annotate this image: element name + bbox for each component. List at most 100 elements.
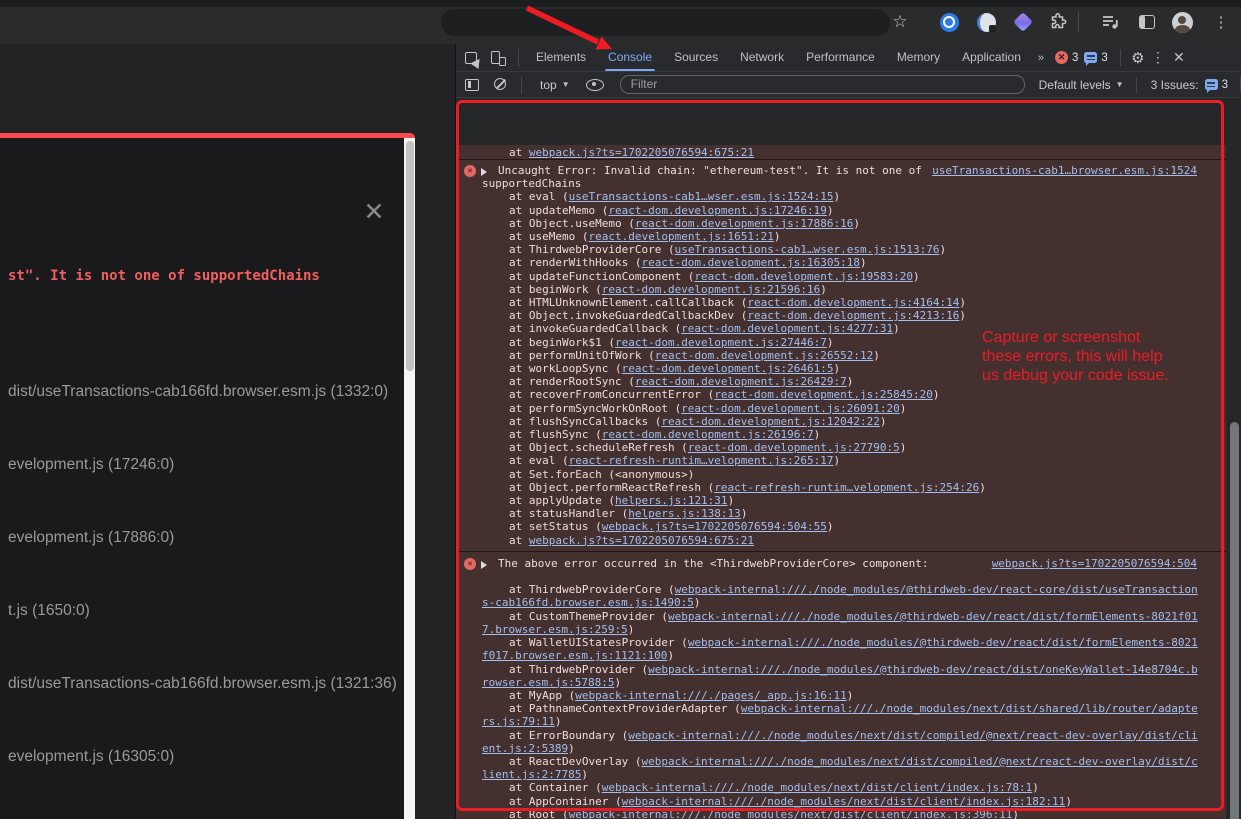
source-link[interactable]: react-refresh-runtim…velopment.js:254:26: [714, 481, 979, 494]
stack-frame: at renderRootSync (react-dom.development…: [482, 375, 1198, 388]
source-link[interactable]: webpack-internal:///./node_modules/next/…: [622, 795, 1066, 808]
source-link[interactable]: useTransactions-cab1…browser.esm.js:1524: [932, 164, 1197, 177]
devtools-close-icon[interactable]: ✕: [1167, 49, 1191, 66]
source-link[interactable]: useTransactions-cab1…wser.esm.js:1513:76: [675, 243, 940, 256]
chevron-down-icon: ▼: [562, 80, 570, 89]
source-link[interactable]: react-dom.development.js:4164:14: [747, 296, 959, 309]
source-link[interactable]: react-dom.development.js:17886:16: [635, 217, 854, 230]
source-link[interactable]: webpack-internal:///./node_modules/@thir…: [482, 636, 1198, 662]
expand-triangle-icon[interactable]: [481, 561, 487, 569]
chevron-down-icon: ▼: [1116, 80, 1124, 89]
device-toolbar-icon[interactable]: [490, 50, 506, 66]
overlay-scrollbar[interactable]: [404, 138, 415, 819]
stack-frame: at updateFunctionComponent (react-dom.de…: [482, 270, 1198, 283]
stack-frame: at Object.scheduleRefresh (react-dom.dev…: [482, 441, 1198, 454]
source-link[interactable]: webpack-internal:///./node_modules/next/…: [482, 755, 1198, 781]
media-playlist-icon[interactable]: [1100, 11, 1122, 33]
source-link[interactable]: webpack.js?ts=1702205076594:504: [992, 557, 1197, 570]
source-link[interactable]: react-dom.development.js:26091:20: [681, 402, 900, 415]
source-link[interactable]: webpack-internal:///./node_modules/next/…: [602, 781, 1032, 794]
console-row-partial: at webpack.js?ts=1702205076594:675:21: [456, 145, 1226, 159]
overlay-close-icon[interactable]: ✕: [360, 198, 388, 226]
source-link[interactable]: webpack-internal:///./pages/_app.js:16:1…: [575, 689, 847, 702]
stack-frame: at performUnitOfWork (react-dom.developm…: [482, 349, 1198, 362]
source-link[interactable]: react-refresh-runtim…velopment.js:265:17: [569, 454, 834, 467]
source-link[interactable]: webpack.js?ts=1702205076594:675:21: [529, 146, 754, 159]
message-count: 3: [1101, 52, 1107, 64]
stack-frame: at Object.performReactRefresh (react-ref…: [482, 481, 1198, 494]
source-link[interactable]: react-dom.development.js:27790:5: [688, 441, 900, 454]
tab-console[interactable]: Console: [597, 44, 663, 71]
error-count-badge[interactable]: ✕ 3: [1055, 51, 1078, 64]
console-filter-input[interactable]: Filter: [620, 75, 1025, 94]
toolbar-divider: [1078, 12, 1079, 32]
source-link[interactable]: react-dom.development.js:19583:20: [694, 270, 913, 283]
source-link[interactable]: react-dom.development.js:27446:7: [615, 336, 827, 349]
source-link[interactable]: react-dom.development.js:26552:12: [655, 349, 874, 362]
console-error-row-1: ✕ useTransactions-cab1…browser.esm.js:15…: [456, 159, 1226, 551]
expand-triangle-icon[interactable]: [481, 168, 487, 176]
source-link[interactable]: helpers.js:138:13: [628, 507, 741, 520]
context-selector[interactable]: top ▼: [540, 78, 570, 92]
overlay-stack-frame: evelopment.js (16305:0): [8, 748, 398, 770]
log-levels-dropdown[interactable]: Default levels ▼: [1039, 78, 1124, 92]
log-levels-label: Default levels: [1039, 78, 1111, 92]
console-scrollbar-thumb[interactable]: [1230, 422, 1239, 819]
source-link[interactable]: helpers.js:121:31: [615, 494, 728, 507]
source-link[interactable]: useTransactions-cab1…wser.esm.js:1524:15: [569, 190, 834, 203]
source-link[interactable]: react-dom.development.js:26461:5: [622, 362, 834, 375]
bookmark-star-icon[interactable]: ☆: [889, 11, 911, 33]
extension-blue-circle-icon[interactable]: [938, 11, 960, 33]
tab-performance[interactable]: Performance: [795, 44, 886, 71]
more-tabs-chevron-icon[interactable]: »: [1032, 52, 1049, 64]
live-expression-eye-icon[interactable]: [586, 79, 604, 91]
source-link[interactable]: react-dom.development.js:4277:31: [681, 322, 893, 335]
devtools-menu-kebab-icon[interactable]: ⋮: [1149, 49, 1167, 66]
source-link[interactable]: webpack-internal:///./node_modules/@thir…: [482, 610, 1198, 636]
source-link[interactable]: react-dom.development.js:21596:16: [602, 283, 821, 296]
source-link[interactable]: webpack-internal:///./node_modules/next/…: [569, 808, 1013, 819]
stack-frame: at performSyncWorkOnRoot (react-dom.deve…: [482, 402, 1198, 415]
source-link[interactable]: webpack-internal:///./node_modules/@thir…: [482, 663, 1198, 689]
issues-counter[interactable]: 3 Issues: 3: [1151, 78, 1228, 92]
source-link[interactable]: webpack.js?ts=1702205076594:675:21: [529, 534, 754, 547]
console-error-row-2: ✕ webpack.js?ts=1702205076594:504 The ab…: [456, 551, 1226, 819]
extensions-puzzle-icon[interactable]: [1047, 11, 1069, 33]
extension-purple-diamond-icon[interactable]: [1012, 11, 1034, 33]
source-link[interactable]: react-dom.development.js:26429:7: [635, 375, 847, 388]
tab-application[interactable]: Application: [951, 44, 1032, 71]
tab-sources[interactable]: Sources: [663, 44, 729, 71]
tab-memory[interactable]: Memory: [886, 44, 951, 71]
source-link[interactable]: react-dom.development.js:16305:18: [641, 256, 860, 269]
tab-elements[interactable]: Elements: [525, 44, 597, 71]
source-link[interactable]: react.development.js:1651:21: [588, 230, 773, 243]
source-link[interactable]: react-dom.development.js:26196:7: [602, 428, 814, 441]
tab-network[interactable]: Network: [729, 44, 795, 71]
source-link[interactable]: webpack.js?ts=1702205076594:504:55: [602, 520, 827, 533]
side-panel-icon[interactable]: [1136, 11, 1158, 33]
stack-frame: at useMemo (react.development.js:1651:21…: [482, 230, 1198, 243]
source-link[interactable]: react-dom.development.js:4213:16: [747, 309, 959, 322]
stack-frame: at ThirdwebProviderCore (webpack-interna…: [482, 583, 1198, 609]
error-icon: ✕: [464, 558, 476, 570]
browser-menu-kebab-icon[interactable]: ⋮: [1210, 11, 1232, 33]
stack-frame: at WalletUIStatesProvider (webpack-inter…: [482, 636, 1198, 662]
source-link[interactable]: webpack-internal:///./node_modules/next/…: [482, 729, 1198, 755]
source-link[interactable]: react-dom.development.js:12042:22: [661, 415, 880, 428]
source-link[interactable]: react-dom.development.js:17246:19: [608, 204, 827, 217]
inspect-element-icon[interactable]: [465, 50, 481, 66]
stack-frame: at Set.forEach (<anonymous>): [482, 468, 1198, 481]
profile-avatar[interactable]: [1171, 11, 1193, 33]
extension-grey-circle-icon[interactable]: [975, 11, 997, 33]
source-link[interactable]: webpack-internal:///./node_modules/@thir…: [482, 583, 1198, 609]
error-icon: ✕: [464, 165, 476, 177]
clear-console-icon[interactable]: [493, 77, 509, 93]
address-bar[interactable]: [441, 9, 890, 36]
overlay-scrollbar-thumb[interactable]: [406, 141, 414, 371]
source-link[interactable]: webpack-internal:///./node_modules/next/…: [482, 702, 1198, 728]
message-count-badge[interactable]: 3: [1084, 52, 1107, 64]
console-toolbar: top ▼ Filter Default levels ▼ 3 Issues: …: [456, 72, 1241, 98]
devtools-settings-gear-icon[interactable]: ⚙: [1127, 49, 1149, 67]
console-sidebar-toggle-icon[interactable]: [465, 77, 481, 93]
source-link[interactable]: react-dom.development.js:25845:20: [714, 388, 933, 401]
